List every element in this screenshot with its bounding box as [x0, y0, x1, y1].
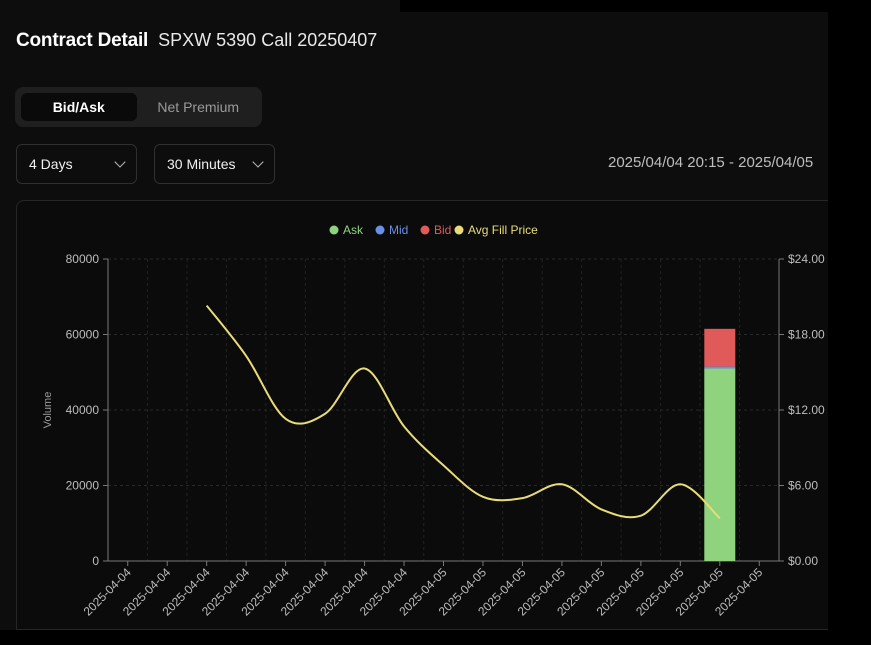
chart-card: Ask Mid Bid Avg Fill Price 0 20000 40000 60000 8…	[16, 200, 828, 630]
page-title: Contract Detail	[16, 30, 149, 51]
contract-name: SPXW 5390 Call 20250407	[158, 30, 378, 50]
interval-dropdown[interactable]: 30 Minutes	[154, 144, 275, 184]
y-tick-label-left: 40000	[66, 403, 100, 417]
top-strip	[0, 0, 400, 12]
bar-mid	[704, 366, 736, 369]
y-tick-label-left: 20000	[66, 479, 100, 493]
chevron-down-icon	[252, 156, 264, 168]
bar-bid	[704, 328, 736, 367]
tab-bid-ask[interactable]: Bid/Ask	[21, 93, 137, 121]
tab-net-premium[interactable]: Net Premium	[141, 93, 257, 121]
date-range: 2025/04/04 20:15 - 2025/04/05	[608, 154, 814, 171]
legend-marker-4	[454, 225, 464, 235]
y-tick-label-right: $6.00	[788, 479, 818, 493]
y-tick-label-left: 80000	[66, 252, 100, 266]
legend-label-4: Avg Fill Price	[468, 223, 538, 237]
legend-marker-1	[329, 225, 339, 235]
legend-label-1: Ask	[343, 223, 364, 237]
period-dropdown[interactable]: 4 Days	[16, 144, 137, 184]
y-tick-label-right: $24.00	[788, 252, 825, 266]
legend-label-2: Mid	[389, 223, 408, 237]
chevron-down-icon	[114, 156, 126, 168]
legend-marker-2	[375, 225, 385, 235]
bar-ask	[704, 368, 736, 561]
legend-label-3: Bid	[434, 223, 451, 237]
view-toggle: Bid/Ask Net Premium	[15, 87, 262, 127]
y-tick-label-right: $12.00	[788, 403, 825, 417]
y-axis-title: Volume	[42, 392, 54, 429]
interval-value: 30 Minutes	[167, 156, 236, 172]
y-tick-label-right: $18.00	[788, 328, 825, 342]
period-value: 4 Days	[29, 156, 73, 172]
y-tick-label-left: 60000	[66, 328, 100, 342]
header: Contract Detail SPXW 5390 Call 20250407	[16, 30, 377, 52]
y-tick-label-right: $0.00	[788, 554, 818, 568]
volume-chart: Ask Mid Bid Avg Fill Price 0 20000 40000 60000 8…	[42, 223, 825, 619]
legend-marker-3	[420, 225, 430, 235]
y-tick-label-left: 0	[92, 554, 99, 568]
